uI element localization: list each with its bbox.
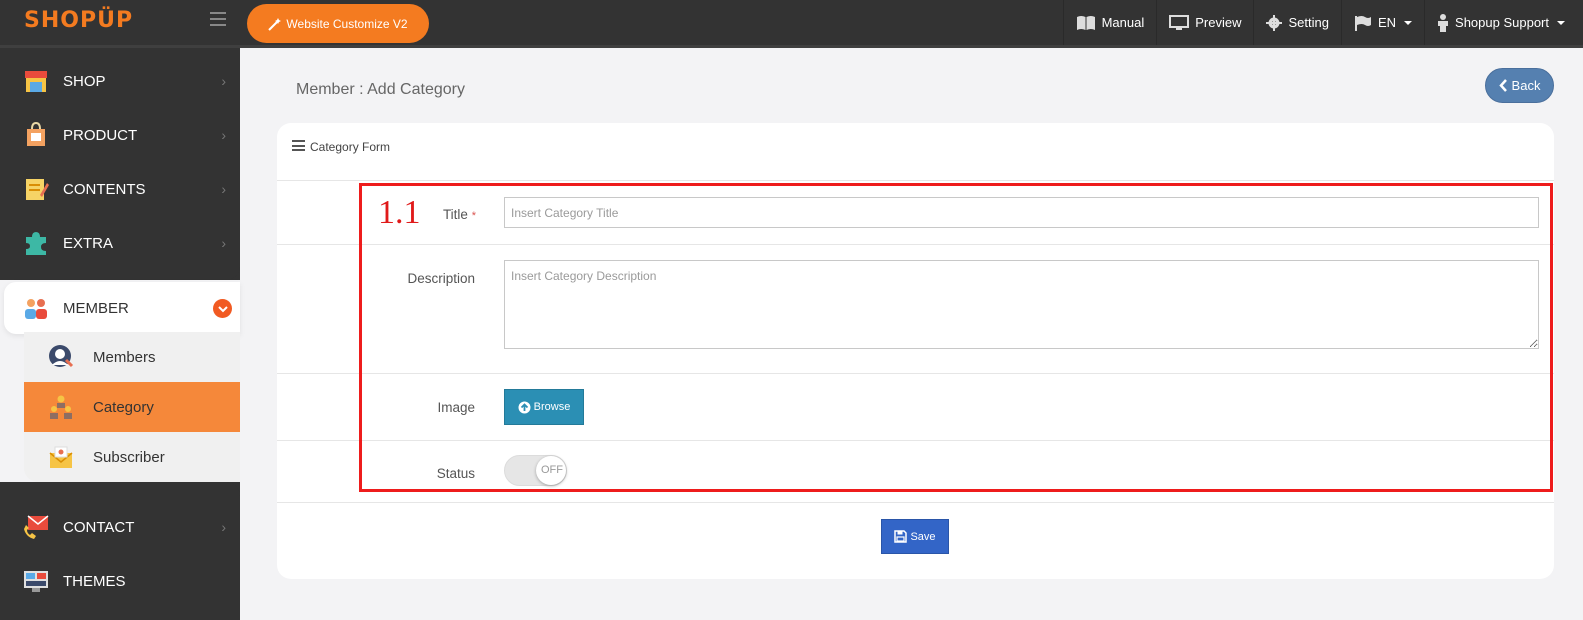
back-button[interactable]: Back: [1485, 68, 1554, 103]
nav-language[interactable]: EN: [1340, 0, 1424, 45]
mail-envelope-icon: [49, 446, 73, 468]
top-nav: Manual Preview Setting EN Shopup Support: [1062, 0, 1583, 45]
sidebar-item-themes[interactable]: THEMES: [0, 554, 240, 608]
sidebar-lower: CONTACT › THEMES: [0, 482, 240, 620]
submenu-item-subscriber[interactable]: Subscriber: [24, 432, 240, 482]
save-button[interactable]: Save: [881, 519, 949, 554]
sidebar-item-label: EXTRA: [63, 234, 114, 252]
sidebar-item-label: CONTENTS: [63, 180, 146, 198]
member-submenu: Members Category Subscriber: [24, 332, 240, 482]
sidebar-item-label: CONTACT: [63, 518, 135, 536]
nav-manual-label: Manual: [1101, 15, 1145, 30]
annotation-label: 1.1: [378, 194, 421, 231]
chevron-down-icon: [1404, 20, 1413, 25]
sidebar-item-label: PRODUCT: [63, 126, 138, 144]
website-customize-button[interactable]: Website Customize V2: [247, 4, 429, 43]
user-profile-icon: [49, 345, 74, 368]
card-title: Category Form: [310, 140, 391, 154]
nav-user[interactable]: Shopup Support: [1424, 0, 1583, 45]
chevron-right-icon: ›: [221, 181, 226, 197]
nav-manual[interactable]: Manual: [1062, 0, 1157, 45]
shop-icon: [25, 71, 47, 92]
member-panel: MEMBER Members Category Subscriber: [0, 280, 240, 482]
flag-icon: [1354, 15, 1371, 31]
themes-monitor-icon: [24, 571, 48, 592]
sidebar-item-contact[interactable]: CONTACT ›: [0, 500, 240, 554]
submenu-item-category[interactable]: Category: [24, 382, 240, 432]
sidebar-item-shop[interactable]: SHOP ›: [0, 54, 240, 108]
sidebar-upper: SHOP › PRODUCT › CONTENTS › EXTRA ›: [0, 48, 240, 280]
sidebar-item-member[interactable]: MEMBER: [4, 282, 240, 334]
top-bar: SHOPÜP Website Customize V2 Manual Previ…: [0, 0, 1583, 48]
sidebar-item-contents[interactable]: CONTENTS ›: [0, 162, 240, 216]
chevron-down-icon[interactable]: [213, 299, 232, 318]
menu-toggle-icon[interactable]: [210, 12, 226, 26]
nav-setting[interactable]: Setting: [1253, 0, 1340, 45]
book-icon: [1076, 15, 1095, 30]
submenu-item-label: Members: [93, 348, 156, 366]
save-button-label: Save: [910, 530, 936, 543]
page-title: Member : Add Category: [296, 81, 465, 98]
gear-icon: [1266, 14, 1283, 31]
chevron-right-icon: ›: [221, 235, 226, 251]
annotation-highlight-box: [359, 183, 1553, 492]
chevron-right-icon: ›: [221, 127, 226, 143]
members-group-icon: [25, 299, 47, 319]
chevron-left-icon: [1498, 79, 1507, 92]
sidebar-item-label: THEMES: [63, 572, 126, 590]
magic-wand-icon: [268, 17, 282, 31]
sidebar-item-label: MEMBER: [63, 299, 129, 317]
chevron-down-icon: [1557, 20, 1565, 25]
website-customize-label: Website Customize V2: [286, 16, 408, 31]
category-people-icon: [50, 395, 72, 419]
shopping-bag-icon: [27, 121, 45, 146]
back-button-label: Back: [1511, 78, 1541, 93]
nav-language-label: EN: [1377, 15, 1397, 30]
shopup-logo[interactable]: SHOPÜP: [24, 8, 133, 33]
submenu-item-label: Subscriber: [93, 448, 165, 466]
nav-setting-label: Setting: [1288, 15, 1329, 30]
nav-preview[interactable]: Preview: [1156, 0, 1253, 45]
sidebar-item-label: SHOP: [63, 72, 106, 90]
chevron-right-icon: ›: [221, 519, 226, 535]
sidebar: SHOP › PRODUCT › CONTENTS › EXTRA › MEMB…: [0, 48, 240, 620]
person-icon: [1438, 13, 1449, 32]
list-icon: [292, 140, 305, 151]
nav-user-label: Shopup Support: [1455, 15, 1549, 30]
floppy-disk-icon: [894, 530, 908, 543]
contact-mail-icon: [24, 515, 49, 539]
submenu-item-label: Category: [93, 398, 154, 416]
card-header: Category Form: [277, 123, 1554, 181]
sidebar-item-product[interactable]: PRODUCT ›: [0, 108, 240, 162]
notepad-icon: [26, 179, 49, 200]
monitor-icon: [1169, 14, 1190, 30]
chevron-right-icon: ›: [221, 73, 226, 89]
puzzle-icon: [26, 232, 46, 255]
submenu-item-members[interactable]: Members: [24, 332, 240, 382]
sidebar-item-extra[interactable]: EXTRA ›: [0, 216, 240, 270]
row-divider: [277, 502, 1554, 503]
nav-preview-label: Preview: [1195, 15, 1242, 30]
